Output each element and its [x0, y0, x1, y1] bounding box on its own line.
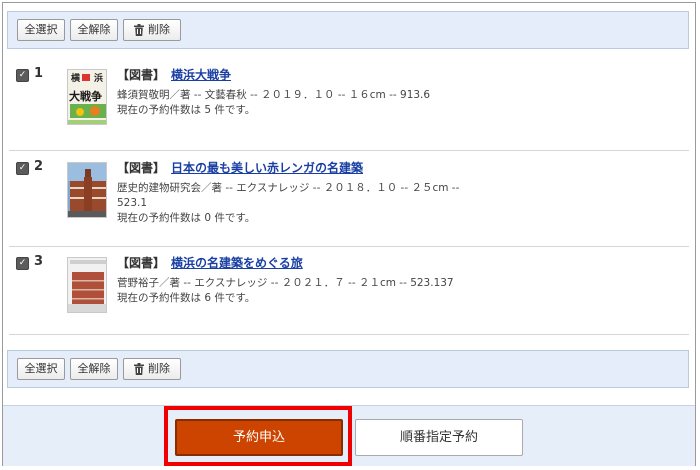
top-toolbar: 全選択 全解除 削除	[7, 11, 689, 49]
item-checkbox[interactable]: ✓	[16, 162, 29, 175]
book-cover-image: 横 浜 大戦争	[67, 69, 107, 125]
item-reservation-count: 現在の予約件数は 0 件です。	[117, 212, 256, 224]
item-meta: 蜂須賀敬明／著 -- 文藝春秋 -- ２０１９．１０ -- １６cm -- 91…	[117, 88, 517, 118]
item-reservation-count: 現在の予約件数は 6 件です。	[117, 292, 256, 304]
order-reservation-button[interactable]: 順番指定予約	[355, 419, 523, 456]
divider	[9, 150, 689, 151]
item-meta: 菅野裕子／著 -- エクスナレッジ -- ２０２１．７ -- ２１cm -- 5…	[117, 276, 517, 306]
delete-label: 削除	[148, 362, 170, 375]
item-title-link[interactable]: 横浜大戦争	[171, 68, 231, 82]
delete-button[interactable]: 削除	[123, 358, 181, 380]
delete-label: 削除	[148, 23, 170, 36]
item-meta: 歴史的建物研究会／著 -- エクスナレッジ -- ２０１８．１０ -- ２５cm…	[117, 181, 509, 226]
svg-text:浜: 浜	[94, 72, 103, 84]
svg-text:大戦争: 大戦争	[69, 89, 102, 103]
item-category: 【図書】	[117, 68, 166, 82]
item-bibliographic-cont: 523.1	[117, 197, 148, 209]
divider	[9, 246, 689, 247]
item-bibliographic: 蜂須賀敬明／著 -- 文藝春秋 -- ２０１９．１０ -- １６cm -- 91…	[117, 89, 431, 101]
item-heading: 【図書】 日本の最も美しい赤レンガの名建築	[117, 159, 363, 176]
book-cover-image	[67, 257, 107, 313]
delete-button[interactable]: 削除	[123, 19, 181, 41]
trash-icon	[134, 363, 144, 375]
divider	[9, 334, 689, 335]
trash-icon	[134, 24, 144, 36]
item-reservation-count: 現在の予約件数は 5 件です。	[117, 104, 256, 116]
select-all-button[interactable]: 全選択	[17, 358, 65, 380]
deselect-all-button[interactable]: 全解除	[70, 358, 118, 380]
select-all-button[interactable]: 全選択	[17, 19, 65, 41]
svg-text:横: 横	[71, 72, 81, 84]
item-title-link[interactable]: 日本の最も美しい赤レンガの名建築	[171, 161, 363, 175]
item-category: 【図書】	[117, 161, 166, 175]
book-cover-image	[67, 162, 107, 218]
item-bibliographic: 歴史的建物研究会／著 -- エクスナレッジ -- ２０１８．１０ -- ２５cm…	[117, 182, 460, 194]
apply-reservation-button[interactable]: 予約申込	[175, 419, 343, 456]
item-bibliographic: 菅野裕子／著 -- エクスナレッジ -- ２０２１．７ -- ２１cm -- 5…	[117, 277, 454, 289]
item-checkbox[interactable]: ✓	[16, 257, 29, 270]
item-heading: 【図書】 横浜の名建築をめぐる旅	[117, 254, 303, 271]
bottom-toolbar: 全選択 全解除 削除	[7, 350, 689, 388]
item-title-link[interactable]: 横浜の名建築をめぐる旅	[171, 256, 303, 270]
item-number: 3	[34, 254, 44, 269]
item-heading: 【図書】 横浜大戦争	[117, 66, 231, 83]
item-checkbox[interactable]: ✓	[16, 69, 29, 82]
item-category: 【図書】	[117, 256, 166, 270]
item-number: 2	[34, 159, 44, 174]
item-number: 1	[34, 66, 44, 81]
deselect-all-button[interactable]: 全解除	[70, 19, 118, 41]
